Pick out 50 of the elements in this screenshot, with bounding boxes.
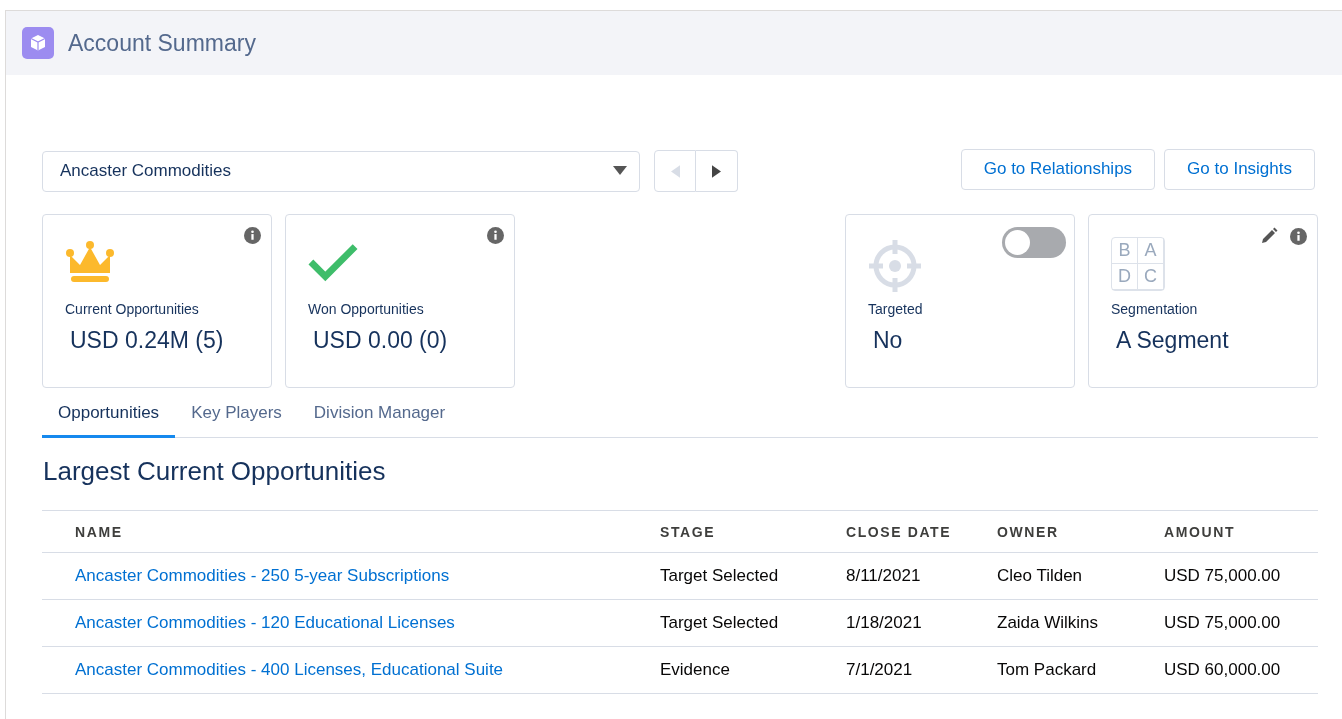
- opportunity-link[interactable]: Ancaster Commodities - 400 Licenses, Educational Suite: [75, 660, 504, 680]
- card-value: No: [873, 327, 904, 354]
- table-cell: Zaida Wilkins: [997, 613, 1099, 633]
- checkmark-icon: [308, 241, 358, 283]
- table-cell: Target Selected: [660, 613, 779, 633]
- page-title: Account Summary: [68, 29, 256, 57]
- table-cell: 8/11/2021: [846, 566, 921, 586]
- opportunity-link[interactable]: Ancaster Commodities - 120 Educational Licenses: [75, 613, 455, 633]
- crosshair-icon: [868, 239, 922, 293]
- card-label: Segmentation: [1111, 301, 1199, 317]
- column-header: CLOSE DATE: [846, 523, 952, 540]
- info-icon[interactable]: [1290, 227, 1307, 245]
- cube-icon: [22, 27, 54, 59]
- left-triangle-icon: [670, 164, 680, 178]
- tab[interactable]: Division Manager: [297, 393, 462, 438]
- table-cell: 7/1/2021: [846, 660, 913, 680]
- pencil-icon[interactable]: [1260, 227, 1278, 245]
- right-triangle-icon: [712, 164, 721, 178]
- crown-icon: [65, 241, 115, 283]
- column-header: STAGE: [660, 523, 716, 540]
- table-cell: Evidence: [660, 660, 730, 680]
- table-cell: Target Selected: [660, 566, 779, 586]
- next-button[interactable]: [696, 150, 738, 192]
- card-label: Won Opportunities: [308, 301, 425, 317]
- account-dropdown[interactable]: Ancaster Commodities: [42, 150, 640, 192]
- column-header: OWNER: [997, 523, 1059, 540]
- card-label: Current Opportunities: [65, 301, 200, 317]
- info-icon[interactable]: [244, 227, 261, 244]
- column-header: AMOUNT: [1164, 523, 1236, 540]
- toggle-switch[interactable]: [1002, 227, 1066, 258]
- action-button[interactable]: Go to Insights: [1164, 148, 1315, 190]
- info-icon[interactable]: [487, 227, 504, 244]
- tab[interactable]: Key Players: [175, 393, 298, 438]
- card-value: USD 0.24M (5): [70, 327, 225, 354]
- segment-grid-icon: B A D C: [1111, 237, 1165, 291]
- card-value: USD 0.00 (0): [313, 327, 449, 354]
- action-button[interactable]: Go to Relationships: [960, 148, 1156, 190]
- table-cell: 1/18/2021: [846, 613, 922, 633]
- table-cell: USD 60,000.00: [1164, 660, 1281, 680]
- table-cell: USD 75,000.00: [1164, 566, 1281, 586]
- table-cell: Tom Packard: [997, 660, 1097, 680]
- column-header: NAME: [75, 523, 123, 540]
- caret-down-icon: [613, 166, 627, 176]
- card-label: Targeted: [868, 301, 924, 317]
- table-cell: Cleo Tilden: [997, 566, 1083, 586]
- opportunity-link[interactable]: Ancaster Commodities - 250 5-year Subscriptions: [75, 566, 450, 586]
- card-value: A Segment: [1116, 327, 1230, 354]
- tab[interactable]: Opportunities: [42, 393, 176, 438]
- table-cell: USD 75,000.00: [1164, 613, 1281, 633]
- section-title: Largest Current Opportunities: [43, 456, 387, 488]
